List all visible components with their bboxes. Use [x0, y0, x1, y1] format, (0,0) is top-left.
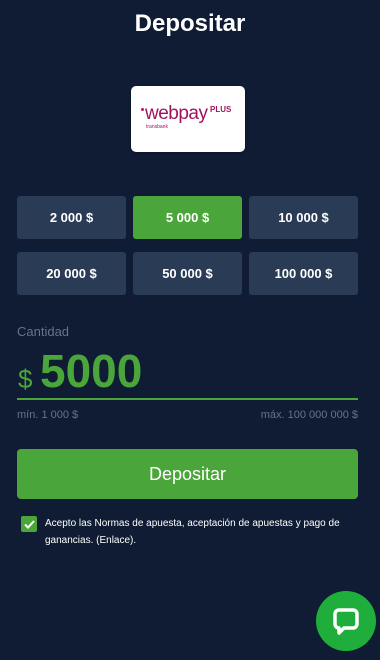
- amount-underline: [17, 398, 358, 400]
- chat-bubble-icon: [333, 608, 359, 635]
- payment-method-logo[interactable]: webpay PLUS transbank: [131, 86, 245, 152]
- amount-option-button[interactable]: 50 000 $: [133, 252, 242, 295]
- amount-option-button[interactable]: 5 000 $: [133, 196, 242, 239]
- page-title: Depositar: [134, 10, 246, 37]
- amount-label: Cantidad: [17, 324, 70, 339]
- terms-checkbox[interactable]: [21, 516, 37, 532]
- amount-option-button[interactable]: 20 000 $: [17, 252, 126, 295]
- amount-option-button[interactable]: 2 000 $: [17, 196, 126, 239]
- amount-option-button[interactable]: 100 000 $: [249, 252, 358, 295]
- chat-button[interactable]: [316, 591, 376, 651]
- logo-mark-icon: [141, 108, 144, 111]
- max-amount-label: máx. 100 000 000 $: [260, 409, 358, 421]
- amount-option-button[interactable]: 10 000 $: [249, 196, 358, 239]
- terms-text[interactable]: Acepto las Normas de apuesta, aceptación…: [45, 515, 355, 549]
- checkmark-icon: [23, 519, 35, 529]
- amount-options: 2 000 $ 5 000 $ 10 000 $ 20 000 $ 50 000…: [17, 196, 358, 295]
- deposit-button[interactable]: Depositar: [17, 449, 358, 499]
- min-amount-label: mín. 1 000 $: [17, 409, 79, 421]
- logo-text: webpay: [145, 103, 208, 124]
- amount-input[interactable]: [40, 343, 340, 399]
- webpay-logo: webpay PLUS transbank: [141, 103, 235, 133]
- currency-symbol: $: [18, 364, 33, 394]
- logo-subtext: transbank: [146, 124, 168, 130]
- logo-plus-text: PLUS: [210, 105, 232, 114]
